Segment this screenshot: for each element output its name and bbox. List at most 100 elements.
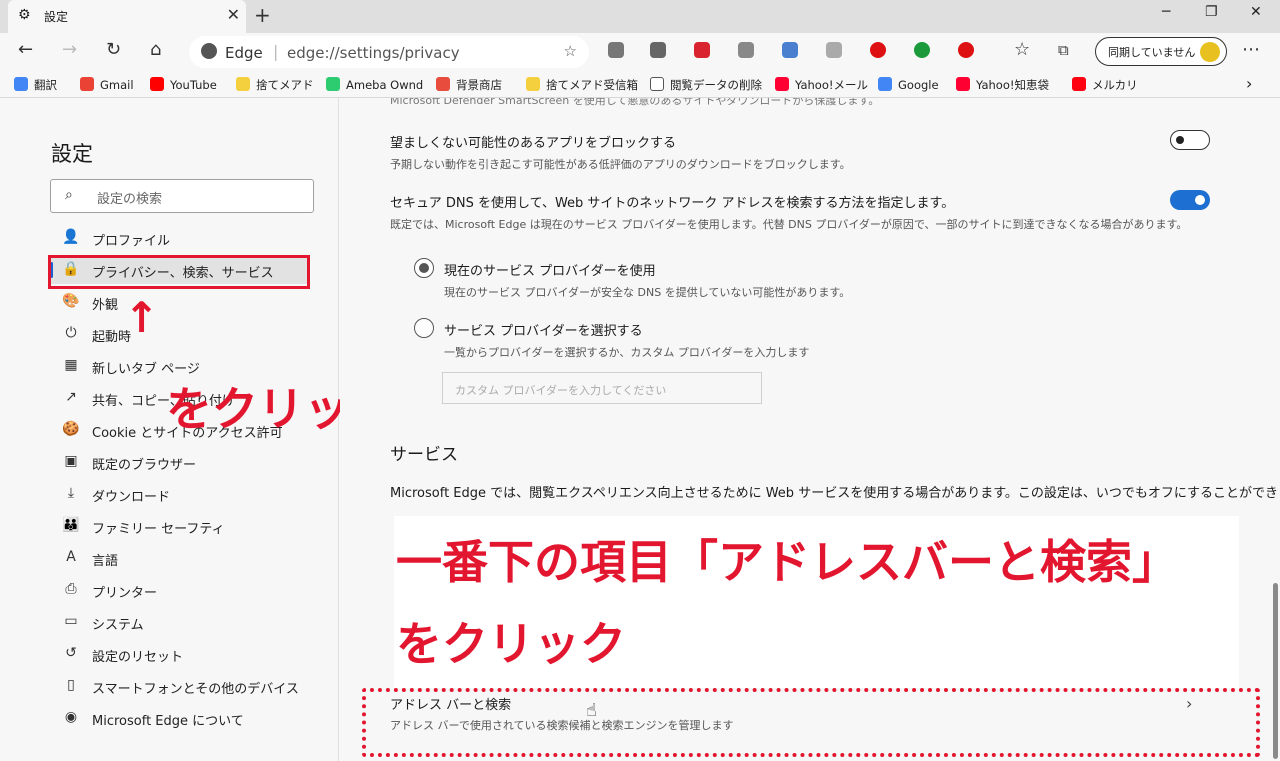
translate-extension-icon[interactable] [782, 42, 798, 58]
block-apps-toggle[interactable] [1170, 130, 1210, 150]
tab-close-icon[interactable]: ✕ [227, 5, 240, 24]
sidebar-item[interactable]: 🎨 外観 [48, 288, 310, 316]
maximize-button[interactable]: ❐ [1205, 4, 1218, 20]
sidebar-item-label: プロファイル [92, 234, 171, 249]
radio-choose-title: サービス プロバイダーを選択する [444, 324, 643, 339]
scrollbar[interactable] [1273, 583, 1278, 759]
bookmark-label: YouTube [170, 78, 217, 92]
bookmark-icon [236, 77, 250, 91]
red-dot-extension-icon[interactable] [958, 42, 974, 58]
add-favorite-icon[interactable]: ☆ [564, 42, 577, 60]
secure-dns-desc: 既定では、Microsoft Edge は現在のサービス プロバイダーを使用しま… [390, 218, 1188, 231]
bookmark-icon [526, 77, 540, 91]
secure-dns-title: セキュア DNS を使用して、Web サイトのネットワーク アドレスを検索する方… [390, 196, 955, 211]
bookmark-item[interactable]: Yahoo!メール [775, 77, 868, 93]
secure-dns-toggle[interactable] [1170, 190, 1210, 210]
bookmark-label: Yahoo!メール [795, 78, 868, 92]
sidebar-item-icon: ↗ [65, 389, 77, 405]
bookmark-item[interactable]: YouTube [150, 77, 217, 92]
radio-choose-provider[interactable] [414, 318, 434, 338]
profile-sync-button[interactable]: 同期していません [1095, 37, 1227, 66]
sidebar-item[interactable]: ⎙ プリンター [48, 576, 310, 604]
sidebar-item[interactable]: ⏻ 起動時 [48, 320, 310, 348]
sidebar-item[interactable]: ▣ 既定のブラウザー [48, 448, 310, 476]
shield-extension-icon[interactable] [608, 42, 624, 58]
highlight-box-privacy [48, 255, 310, 289]
window-close-button[interactable]: ✕ [1250, 4, 1262, 20]
sidebar-item-label: 言語 [92, 554, 119, 569]
sidebar-item-label: ダウンロード [92, 490, 171, 505]
edge-icon [201, 43, 217, 59]
radio-current-title: 現在のサービス プロバイダーを使用 [444, 264, 656, 279]
highlight-box-address-bar [362, 688, 1260, 757]
search-icon: ⌕ [65, 187, 73, 203]
more-menu-icon[interactable]: ⋯ [1242, 39, 1260, 60]
home-icon[interactable]: ⌂ [150, 39, 161, 60]
minimize-button[interactable]: ─ [1162, 4, 1170, 20]
back-icon[interactable]: ← [18, 39, 33, 60]
radio-current-provider[interactable] [414, 258, 434, 278]
sidebar-item[interactable]: 👪 ファミリー セーフティ [48, 512, 310, 540]
bookmark-item[interactable]: Yahoo!知恵袋 [956, 77, 1049, 93]
custom-provider-input[interactable]: カスタム プロバイダーを入力してください [442, 372, 762, 404]
bookmark-item[interactable]: Google [878, 77, 939, 92]
bookmark-item[interactable]: 翻訳 [14, 77, 57, 93]
image-extension-icon[interactable] [826, 42, 842, 58]
adblock-icon[interactable] [694, 42, 710, 58]
sidebar-item[interactable]: 👤 プロファイル [48, 224, 310, 252]
more-bookmarks-icon[interactable]: › [1246, 74, 1252, 93]
favorites-icon[interactable]: ☆ [1014, 39, 1030, 60]
sidebar-item[interactable]: A 言語 [48, 544, 310, 572]
sidebar-item-icon: ⏻ [65, 325, 77, 341]
collections-extension-icon[interactable] [650, 42, 666, 58]
bookmark-icon [956, 77, 970, 91]
bookmark-label: 背景商店 [456, 78, 502, 92]
sidebar-item-icon: ▦ [64, 357, 78, 373]
bookmark-label: Google [898, 78, 939, 92]
settings-main: Microsoft Defender SmartScreen を使用して悪意のあ… [340, 98, 1280, 761]
sidebar-item[interactable]: ↺ 設定のリセット [48, 640, 310, 668]
bookmark-icon [775, 77, 789, 91]
bookmark-item[interactable]: 捨てメアド受信箱 [526, 77, 638, 93]
tab-settings[interactable]: ⚙ 設定 ✕ [8, 0, 246, 33]
bookmark-label: Gmail [100, 78, 134, 92]
sidebar-item-label: Microsoft Edge について [92, 714, 244, 729]
puzzle-extension-icon[interactable] [738, 42, 754, 58]
bookmark-item[interactable]: Ameba Ownd [326, 77, 423, 92]
sidebar-item-label: 外観 [92, 298, 119, 313]
new-tab-button[interactable]: + [254, 3, 271, 27]
search-placeholder: 設定の検索 [97, 192, 163, 207]
collections-icon[interactable]: ⧉ [1058, 41, 1069, 59]
sidebar-item[interactable]: ▭ システム [48, 608, 310, 636]
bookmark-item[interactable]: Gmail [80, 77, 134, 92]
sidebar-item[interactable]: ◉ Microsoft Edge について [48, 704, 310, 732]
green-extension-icon[interactable] [914, 42, 930, 58]
bookmark-item[interactable]: 背景商店 [436, 77, 502, 93]
custom-provider-placeholder: カスタム プロバイダーを入力してください [455, 384, 667, 397]
bookmark-icon [1072, 77, 1086, 91]
bookmark-label: 閲覧データの削除 [670, 78, 762, 92]
search-input[interactable]: ⌕ 設定の検索 [50, 179, 314, 213]
url-text[interactable]: edge://settings/privacy [287, 44, 460, 62]
sidebar-item[interactable]: ⤓ ダウンロード [48, 480, 310, 508]
sidebar-item[interactable]: ▯ スマートフォンとその他のデバイス [48, 672, 310, 700]
sidebar-item-icon: ▯ [67, 677, 75, 693]
annotation-bottom-item: 一番下の項目「アドレスバーと検索」 [396, 535, 1178, 589]
site-label: Edge [225, 44, 263, 62]
sidebar-item-icon: ▣ [64, 453, 78, 469]
forward-icon[interactable]: → [62, 39, 77, 60]
bookmark-icon [878, 77, 892, 91]
bookmark-item[interactable]: 捨てメアド [236, 77, 314, 93]
bookmark-icon [80, 77, 94, 91]
sidebar-item-icon: ◉ [64, 709, 78, 725]
bookmark-icon [650, 77, 664, 91]
block-apps-desc: 予期しない動作を引き起こす可能性がある低評価のアプリのダウンロードをブロックしま… [390, 158, 851, 171]
refresh-icon[interactable]: ↻ [106, 39, 121, 60]
bookmark-label: 翻訳 [34, 78, 57, 92]
address-bar[interactable]: Edge | edge://settings/privacy ☆ [189, 36, 589, 68]
red-extension-icon[interactable] [870, 42, 886, 58]
tab-title: 設定 [44, 10, 69, 24]
bookmark-item[interactable]: メルカリ [1072, 77, 1138, 93]
bookmark-item[interactable]: 閲覧データの削除 [650, 77, 762, 93]
bookmark-icon [150, 77, 164, 91]
